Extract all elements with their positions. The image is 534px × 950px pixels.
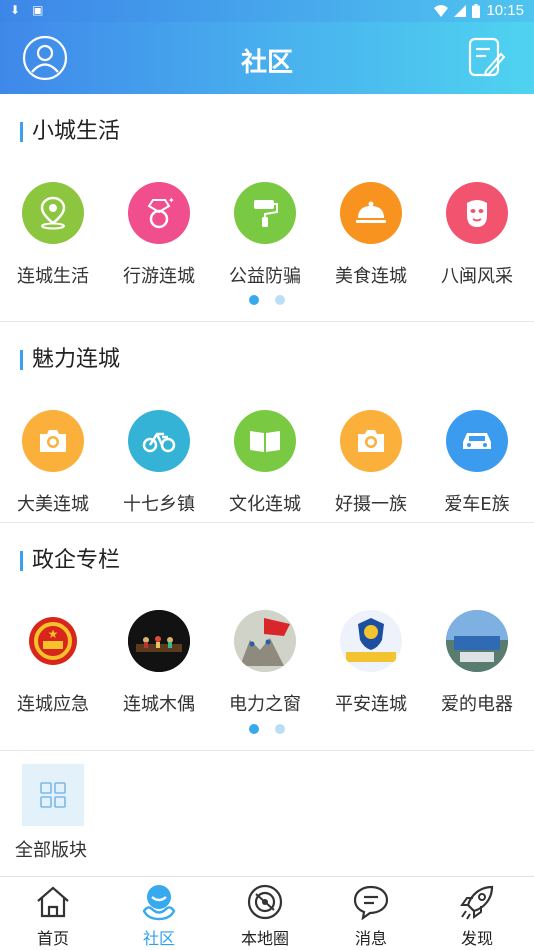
app-header: 社区: [0, 22, 534, 94]
grid-icon: [40, 782, 66, 808]
divider: [0, 321, 534, 322]
svg-text:★: ★: [48, 627, 59, 641]
section-title-charm-liancheng: 魅力连城: [20, 347, 120, 373]
item-label: 连城应急: [17, 694, 89, 715]
rocket-icon: [460, 885, 494, 920]
item-label: 八闽风采: [441, 266, 513, 287]
status-time: 10:15: [486, 2, 524, 19]
paint-roller-icon: [234, 182, 296, 244]
page-dot-active: [249, 295, 259, 305]
tab-community[interactable]: 社区: [106, 883, 212, 949]
battery-icon: [472, 3, 481, 18]
icon-row-gov-enterprise: ★ 连城应急 连城木偶 电力之窗 平安连城 爱的电器: [0, 610, 534, 730]
national-emblem-icon: ★: [22, 610, 84, 672]
item-label: 好摄一族: [335, 494, 407, 515]
page-title: 社区: [240, 48, 293, 78]
signal-icon: [454, 4, 467, 17]
page-dot-active: [249, 724, 259, 734]
icon-row-small-town-life: 连城生活 ✦ 行游连城 公益防骗 美食连城 八闽风采: [0, 182, 534, 302]
tab-home[interactable]: 首页: [0, 883, 106, 949]
forum-item-food[interactable]: 美食连城: [318, 182, 424, 288]
forum-item-liancheng-life[interactable]: 连城生活: [0, 182, 106, 288]
compose-button[interactable]: [468, 37, 506, 79]
book-icon: [234, 410, 296, 472]
svg-text:✦: ✦: [168, 197, 174, 205]
wifi-icon: [434, 4, 449, 17]
divider: [0, 750, 534, 751]
tab-label: 本地圈: [240, 929, 289, 948]
divider: [0, 522, 534, 523]
page-dot: [275, 295, 285, 305]
section-title-small-town-life: 小城生活: [20, 119, 120, 145]
puppet-stage-photo: [128, 610, 190, 672]
page-indicator: [0, 295, 534, 305]
power-flag-photo: [234, 610, 296, 672]
item-label: 文化连城: [229, 494, 301, 515]
location-pin-icon: [22, 182, 84, 244]
icon-row-charm-liancheng: 大美连城 十七乡镇 文化连城 好摄一族 爱车E族: [0, 410, 534, 530]
item-label: 爱车E族: [444, 494, 510, 515]
car-icon: [446, 410, 508, 472]
download-icon: ⬇: [10, 3, 21, 17]
forum-item-culture[interactable]: 文化连城: [212, 410, 318, 516]
tab-label: 消息: [354, 929, 387, 948]
tab-label: 社区: [142, 929, 175, 948]
item-label: 连城生活: [17, 266, 89, 287]
forum-item-seventeen-towns[interactable]: 十七乡镇: [106, 410, 212, 516]
gem-ring-icon: ✦: [128, 182, 190, 244]
notification-icon: ▣: [32, 3, 44, 17]
tab-messages[interactable]: 消息: [318, 883, 424, 949]
tab-local-circle[interactable]: 本地圈: [212, 883, 318, 949]
bottom-tab-bar: 首页 社区 本地圈 消息 发现: [0, 876, 534, 950]
forum-item-emergency[interactable]: ★ 连城应急: [0, 610, 106, 716]
tab-discover[interactable]: 发现: [424, 883, 530, 949]
edit-note-icon: [468, 37, 506, 77]
item-label: 爱的电器: [441, 694, 513, 715]
forum-item-beautiful-liancheng[interactable]: 大美连城: [0, 410, 106, 516]
tab-label: 发现: [460, 929, 493, 948]
forum-item-travel[interactable]: ✦ 行游连城: [106, 182, 212, 288]
section-title-gov-enterprise: 政企专栏: [20, 548, 120, 574]
all-blocks-label: 全部版块: [15, 840, 87, 861]
message-icon: [353, 885, 389, 920]
item-label: 美食连城: [335, 266, 407, 287]
forum-item-anti-fraud[interactable]: 公益防骗: [212, 182, 318, 288]
police-badge-icon: [340, 610, 402, 672]
home-icon: [37, 886, 69, 918]
item-label: 行游连城: [123, 266, 195, 287]
forum-item-appliances[interactable]: 爱的电器: [424, 610, 530, 716]
camera-icon: [22, 410, 84, 472]
status-bar: ⬇ ▣ 10:15: [0, 0, 534, 22]
page-indicator: [0, 724, 534, 734]
forum-item-bamin[interactable]: 八闽风采: [424, 182, 530, 288]
item-label: 大美连城: [17, 494, 89, 515]
community-icon: [142, 885, 176, 921]
forum-item-puppetry[interactable]: 连城木偶: [106, 610, 212, 716]
item-label: 连城木偶: [123, 694, 195, 715]
item-label: 十七乡镇: [123, 494, 195, 515]
camera-icon: [340, 410, 402, 472]
forum-item-power-window[interactable]: 电力之窗: [212, 610, 318, 716]
bicycle-icon: [128, 410, 190, 472]
page-dot: [275, 724, 285, 734]
forum-item-car-lovers[interactable]: 爱车E族: [424, 410, 530, 516]
forum-item-safe-liancheng[interactable]: 平安连城: [318, 610, 424, 716]
factory-photo: [446, 610, 508, 672]
item-label: 平安连城: [335, 694, 407, 715]
tab-label: 首页: [36, 929, 69, 948]
item-label: 公益防骗: [229, 266, 301, 287]
item-label: 电力之窗: [229, 694, 301, 715]
forum-item-photography[interactable]: 好摄一族: [318, 410, 424, 516]
local-circle-icon: [247, 884, 283, 920]
face-mask-icon: [446, 182, 508, 244]
all-blocks-button[interactable]: [22, 764, 84, 826]
food-cloche-icon: [340, 182, 402, 244]
